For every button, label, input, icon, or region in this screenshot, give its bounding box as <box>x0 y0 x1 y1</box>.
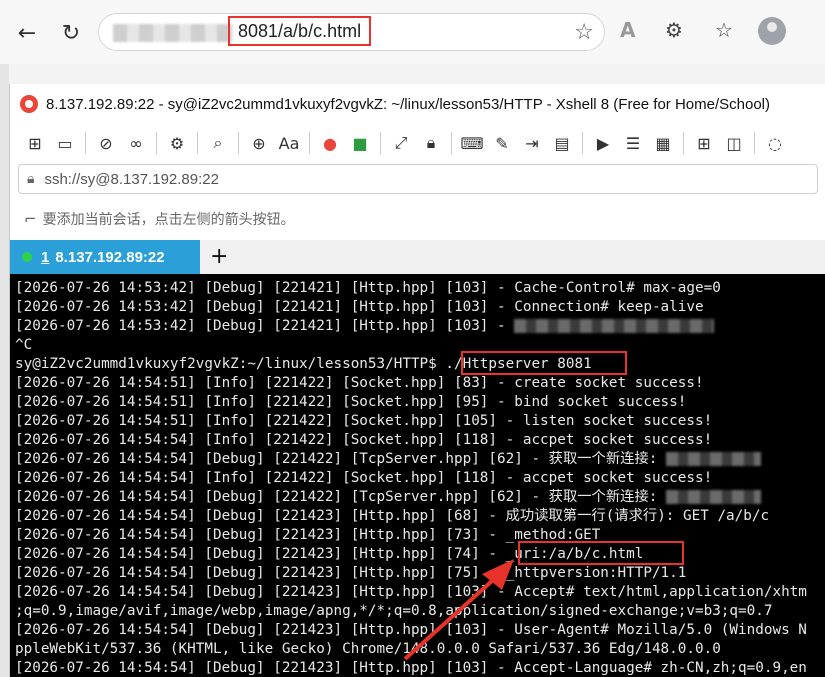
star-icon[interactable]: ☆ <box>574 20 594 45</box>
link-icon[interactable]: ∞ <box>123 130 149 156</box>
blurred-host <box>113 24 233 42</box>
new-session-icon[interactable]: ⊞ <box>22 130 48 156</box>
toolbar-separator <box>85 132 86 154</box>
tab-number: 1 <box>41 248 50 266</box>
favorites-icon[interactable]: ☆ <box>715 18 733 42</box>
toolbar-separator <box>754 132 755 154</box>
background-window <box>0 64 9 677</box>
terminal[interactable]: [2026-07-26 14:53:42] [Debug] [221421] [… <box>10 274 825 677</box>
run-icon[interactable]: ▶ <box>590 130 616 156</box>
font-icon[interactable]: Aa <box>276 130 302 156</box>
transfer-icon[interactable]: ⇥ <box>519 130 545 156</box>
toolbar-separator <box>451 132 452 154</box>
address-bar[interactable]: 8081/a/b/c.html ☆ <box>98 13 605 51</box>
extensions-icon[interactable]: ⚙ <box>665 18 683 42</box>
toolbar-separator <box>683 132 684 154</box>
compose-icon[interactable]: ☰ <box>620 130 646 156</box>
session-address: ssh://sy@8.137.192.89:22 <box>44 170 219 188</box>
toolbar: ⊞ ▭ ⊘ ∞ ⚙ ⌕ ⊕ Aa ● ■ ⤢ 🔒︎ ⌨ ✎ ⇥ ▤ ▶ ☰ ▦ … <box>10 124 825 162</box>
browser-toolbar: ← ↻ 8081/a/b/c.html ☆ A ⚙ ☆ <box>0 0 825 64</box>
lock-icon[interactable]: 🔒︎ <box>418 130 444 156</box>
search-icon[interactable]: ⌕ <box>205 130 231 156</box>
tab-session[interactable]: 1 8.137.192.89:22 <box>10 240 200 274</box>
annotation-arrow <box>403 559 514 661</box>
toolbar-separator <box>309 132 310 154</box>
toolbar-separator <box>380 132 381 154</box>
open-folder-icon[interactable]: ▭ <box>52 130 78 156</box>
script-icon[interactable]: ▤ <box>549 130 575 156</box>
session-hint: ⌐ 要添加当前会话，点击左侧的箭头按钮。 <box>24 206 295 232</box>
xshell-logo-icon <box>20 95 38 113</box>
read-aloud-icon[interactable]: A <box>620 18 635 42</box>
toolbar-separator <box>197 132 198 154</box>
tab-label: 8.137.192.89:22 <box>55 248 165 266</box>
reload-icon[interactable]: ↻ <box>54 16 88 50</box>
tab-bar: 1 8.137.192.89:22 + <box>10 240 825 274</box>
arrow-left-icon[interactable]: ← <box>10 16 44 50</box>
arrow-bracket-icon[interactable]: ⌐ <box>24 210 37 228</box>
hint-text: 要添加当前会话，点击左侧的箭头按钮。 <box>42 212 295 228</box>
chat-icon[interactable]: ◌ <box>762 130 788 156</box>
session-address-field[interactable]: 🔒︎ ssh://sy@8.137.192.89:22 <box>18 164 818 194</box>
url-text[interactable]: 8081/a/b/c.html <box>228 16 372 46</box>
disconnect-icon[interactable]: ⊘ <box>93 130 119 156</box>
note-icon[interactable]: ▦ <box>650 130 676 156</box>
window-title: 8.137.192.89:22 - sy@iZ2vc2ummd1vkuxyf2v… <box>46 95 771 113</box>
avatar[interactable] <box>758 17 786 45</box>
xftp-icon[interactable]: ■ <box>347 130 373 156</box>
window-title-bar: 8.137.192.89:22 - sy@iZ2vc2ummd1vkuxyf2v… <box>10 84 825 124</box>
fullscreen-icon[interactable]: ⤢ <box>388 130 414 156</box>
toolbar-separator <box>238 132 239 154</box>
pen-icon[interactable]: ✎ <box>489 130 515 156</box>
keyboard-icon[interactable]: ⌨ <box>459 130 485 156</box>
toolbar-separator <box>156 132 157 154</box>
arrow-shaft <box>403 570 504 661</box>
properties-icon[interactable]: ⚙ <box>164 130 190 156</box>
layout-icon[interactable]: ◫ <box>721 130 747 156</box>
new-tab-button[interactable]: + <box>210 244 228 269</box>
add-icon[interactable]: ⊞ <box>691 130 717 156</box>
xshell-window: 8.137.192.89:22 - sy@iZ2vc2ummd1vkuxyf2v… <box>9 84 825 677</box>
xshell-icon[interactable]: ● <box>317 130 343 156</box>
connected-status-icon <box>22 252 32 262</box>
globe-icon[interactable]: ⊕ <box>246 130 272 156</box>
toolbar-separator <box>582 132 583 154</box>
lock-icon: 🔒︎ <box>27 171 35 187</box>
